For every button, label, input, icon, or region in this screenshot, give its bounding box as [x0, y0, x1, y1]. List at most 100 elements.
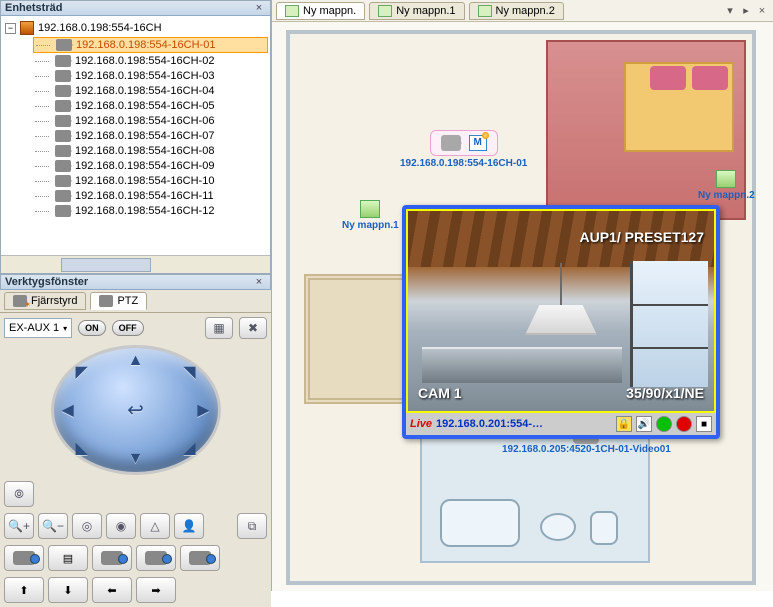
tree-item[interactable]: 192.168.0.198:554-16CH-10 [33, 174, 268, 188]
tree-item[interactable]: 192.168.0.198:554-16CH-11 [33, 189, 268, 203]
tool-window-panel: Fjärrstyrd PTZ EX-AUX 1 ▾ ON OFF ▦ ✖ ▲ [0, 290, 271, 607]
tree-connector-icon [35, 196, 49, 197]
device-tree-panel: − 192.168.0.198:554-16CH 192.168.0.198:5… [0, 16, 271, 274]
snapshot-button[interactable]: ⧉ [237, 513, 267, 539]
tree-expander-icon[interactable]: − [5, 23, 16, 34]
tree-connector-icon [35, 166, 49, 167]
tree-item-label: 192.168.0.198:554-16CH-03 [75, 70, 214, 82]
camera-lens-icon [189, 551, 211, 565]
preset-cam-1-button[interactable] [4, 545, 44, 571]
ptz-upleft-arrow-icon[interactable]: ◤ [76, 362, 88, 382]
floorplan-canvas[interactable]: Ny mappn.1 Ny mappn.2 M 192.168.0.198:55… [272, 22, 773, 591]
doc-tab-1[interactable]: Ny mappn.1 [369, 2, 464, 20]
tree-item[interactable]: 192.168.0.198:554-16CH-01 [33, 37, 268, 53]
tree-item-label: 192.168.0.198:554-16CH-04 [75, 85, 214, 97]
doc-tab-1-label: Ny mappn.1 [396, 5, 455, 17]
tab-close-icon[interactable]: × [755, 4, 769, 18]
tree-root-label: 192.168.0.198:554-16CH [38, 22, 162, 34]
window-layout-button[interactable]: ▦ [205, 317, 233, 339]
tree-item[interactable]: 192.168.0.198:554-16CH-06 [33, 114, 268, 128]
preset-cam-2-button[interactable] [92, 545, 132, 571]
aux-off-button[interactable]: OFF [112, 320, 144, 336]
map-link-icon [716, 170, 736, 188]
device-tree-close-icon[interactable]: × [252, 1, 266, 15]
live-stop-button[interactable]: ■ [696, 416, 712, 432]
autofocus-button[interactable]: ⦾ [4, 481, 34, 507]
sink-shape [540, 513, 576, 541]
tree-item-label: 192.168.0.198:554-16CH-11 [75, 190, 214, 202]
ptz-center-icon[interactable]: ↩ [127, 398, 144, 423]
focus-far-button[interactable]: ◉ [106, 513, 136, 539]
tree-item-label: 192.168.0.198:554-16CH-01 [76, 39, 215, 51]
camera-map-node[interactable]: M 192.168.0.198:554-16CH-01 [400, 130, 527, 169]
zoom-in-button[interactable]: 🔍+ [4, 513, 34, 539]
tree-item[interactable]: 192.168.0.198:554-16CH-09 [33, 159, 268, 173]
ptz-left-arrow-icon[interactable]: ◀ [62, 400, 74, 420]
tool-window-header: Verktygsfönster × [0, 274, 271, 290]
tab-pin-icon[interactable]: ▸ [739, 4, 753, 18]
map-link-2-label: Ny mappn.2 [698, 190, 755, 201]
pillow-shape [650, 66, 686, 90]
live-lock-button[interactable]: 🔒 [616, 416, 632, 432]
person-detect-button[interactable]: 👤 [174, 513, 204, 539]
preset-cam-4-button[interactable] [180, 545, 220, 571]
tree-item[interactable]: 192.168.0.198:554-16CH-12 [33, 204, 268, 218]
tree-item[interactable]: 192.168.0.198:554-16CH-08 [33, 144, 268, 158]
ptz-joystick-dial[interactable]: ▲ ▼ ◀ ▶ ◤ ◥ ◣ ◢ ↩ [51, 345, 221, 475]
tree-item[interactable]: 192.168.0.198:554-16CH-03 [33, 69, 268, 83]
live-play-button[interactable] [656, 416, 672, 432]
zoom-out-button[interactable]: 🔍− [38, 513, 68, 539]
nav-down-button[interactable]: ⬇ [48, 577, 88, 603]
aux-on-button[interactable]: ON [78, 320, 106, 336]
tree-item[interactable]: 192.168.0.198:554-16CH-07 [33, 129, 268, 143]
preset-list-button[interactable]: ▤ [48, 545, 88, 571]
aux-select[interactable]: EX-AUX 1 ▾ [4, 318, 72, 338]
tree-item-label: 192.168.0.198:554-16CH-06 [75, 115, 214, 127]
map-icon [478, 5, 492, 17]
tab-ptz[interactable]: PTZ [90, 292, 147, 310]
tree-connector-icon [35, 151, 49, 152]
device-tree-title: Enhetsträd [5, 2, 252, 14]
ptz-down-arrow-icon[interactable]: ▼ [128, 450, 144, 468]
tab-remote[interactable]: Fjärrstyrd [4, 292, 86, 310]
settings-cancel-button[interactable]: ✖ [239, 317, 267, 339]
ptz-downleft-arrow-icon[interactable]: ◣ [76, 438, 88, 458]
camera-icon [55, 190, 71, 202]
tab-dropdown-icon[interactable]: ▾ [723, 4, 737, 18]
nav-right-button[interactable]: ➡ [136, 577, 176, 603]
camera-icon [55, 55, 71, 67]
live-audio-button[interactable]: 🔊 [636, 416, 652, 432]
scrollbar-thumb[interactable] [61, 258, 151, 272]
tree-horizontal-scrollbar[interactable] [1, 255, 270, 273]
ptz-up-arrow-icon[interactable]: ▲ [128, 352, 144, 370]
doc-tab-2[interactable]: Ny mappn.2 [469, 2, 564, 20]
iris-button[interactable]: △ [140, 513, 170, 539]
ptz-icon [99, 295, 113, 307]
camera-icon [55, 175, 71, 187]
ptz-right-arrow-icon[interactable]: ▶ [197, 400, 209, 420]
video-window [630, 261, 708, 387]
tree-root-node[interactable]: − 192.168.0.198:554-16CH [3, 20, 268, 36]
device-tree-body[interactable]: − 192.168.0.198:554-16CH 192.168.0.198:5… [1, 16, 270, 255]
osd-camera-label: CAM 1 [418, 385, 462, 401]
nav-up-button[interactable]: ⬆ [4, 577, 44, 603]
doc-tab-2-label: Ny mappn.2 [496, 5, 555, 17]
preset-cam-3-button[interactable] [136, 545, 176, 571]
tree-item[interactable]: 192.168.0.198:554-16CH-02 [33, 54, 268, 68]
camera-lens-icon [145, 551, 167, 565]
live-preview-popup[interactable]: AUP1/ PRESET127 CAM 1 35/90/x1/NE Live 1… [402, 205, 720, 439]
map-link-node-2[interactable]: Ny mappn.2 [698, 170, 755, 201]
doc-tab-0[interactable]: Ny mappn. [276, 2, 365, 20]
live-record-button[interactable] [676, 416, 692, 432]
focus-near-button[interactable]: ◎ [72, 513, 102, 539]
nav-left-button[interactable]: ⬅ [92, 577, 132, 603]
tree-item[interactable]: 192.168.0.198:554-16CH-05 [33, 99, 268, 113]
bathtub-shape [440, 499, 520, 547]
pillow-shape [692, 66, 728, 90]
map-link-node-1[interactable]: Ny mappn.1 [342, 200, 399, 231]
tree-item[interactable]: 192.168.0.198:554-16CH-04 [33, 84, 268, 98]
tool-window-close-icon[interactable]: × [252, 275, 266, 289]
ptz-downright-arrow-icon[interactable]: ◢ [183, 438, 195, 458]
osd-ptz-position-label: 35/90/x1/NE [626, 385, 704, 401]
ptz-upright-arrow-icon[interactable]: ◥ [183, 362, 195, 382]
